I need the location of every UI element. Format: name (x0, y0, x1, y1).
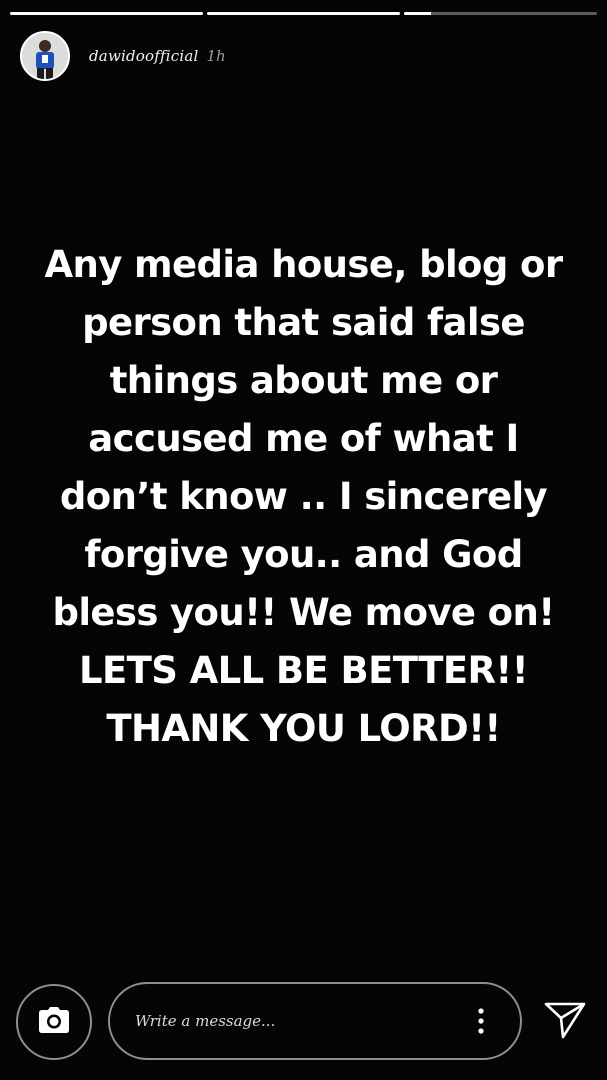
camera-icon (38, 1006, 70, 1038)
story-text-line: THANK YOU LORD!! (106, 707, 501, 750)
story-text-line: don’t know .. I sincerely (59, 475, 548, 518)
story-progress-segment-1 (10, 12, 203, 15)
story-text-line: Any media house, blog or (44, 243, 563, 286)
story-progress-segment-2 (207, 12, 400, 15)
story-text: Any media house, blog or person that sai… (0, 236, 607, 758)
send-button[interactable] (542, 1000, 588, 1044)
more-vertical-icon[interactable] (466, 1001, 496, 1041)
message-input[interactable]: Write a message... (108, 982, 522, 1060)
camera-button[interactable] (16, 984, 92, 1060)
story-text-line: things about me or (109, 359, 498, 402)
story-progress-segment-3 (404, 12, 597, 15)
story-text-line: forgive you.. and God (84, 533, 523, 576)
story-text-line: person that said false (82, 301, 525, 344)
username[interactable]: dawidoofficial (89, 47, 199, 65)
story-text-line: bless you!! We move on! (52, 591, 555, 634)
message-placeholder[interactable]: Write a message... (135, 1012, 466, 1030)
send-icon (544, 1001, 586, 1043)
story-text-line: LETS ALL BE BETTER!! (79, 649, 529, 692)
story-header: dawidoofficial 1h (20, 30, 226, 82)
story-text-line: accused me of what I (88, 417, 519, 460)
time-ago: 1h (206, 47, 226, 65)
avatar[interactable] (20, 31, 70, 81)
story-progress (10, 12, 597, 15)
